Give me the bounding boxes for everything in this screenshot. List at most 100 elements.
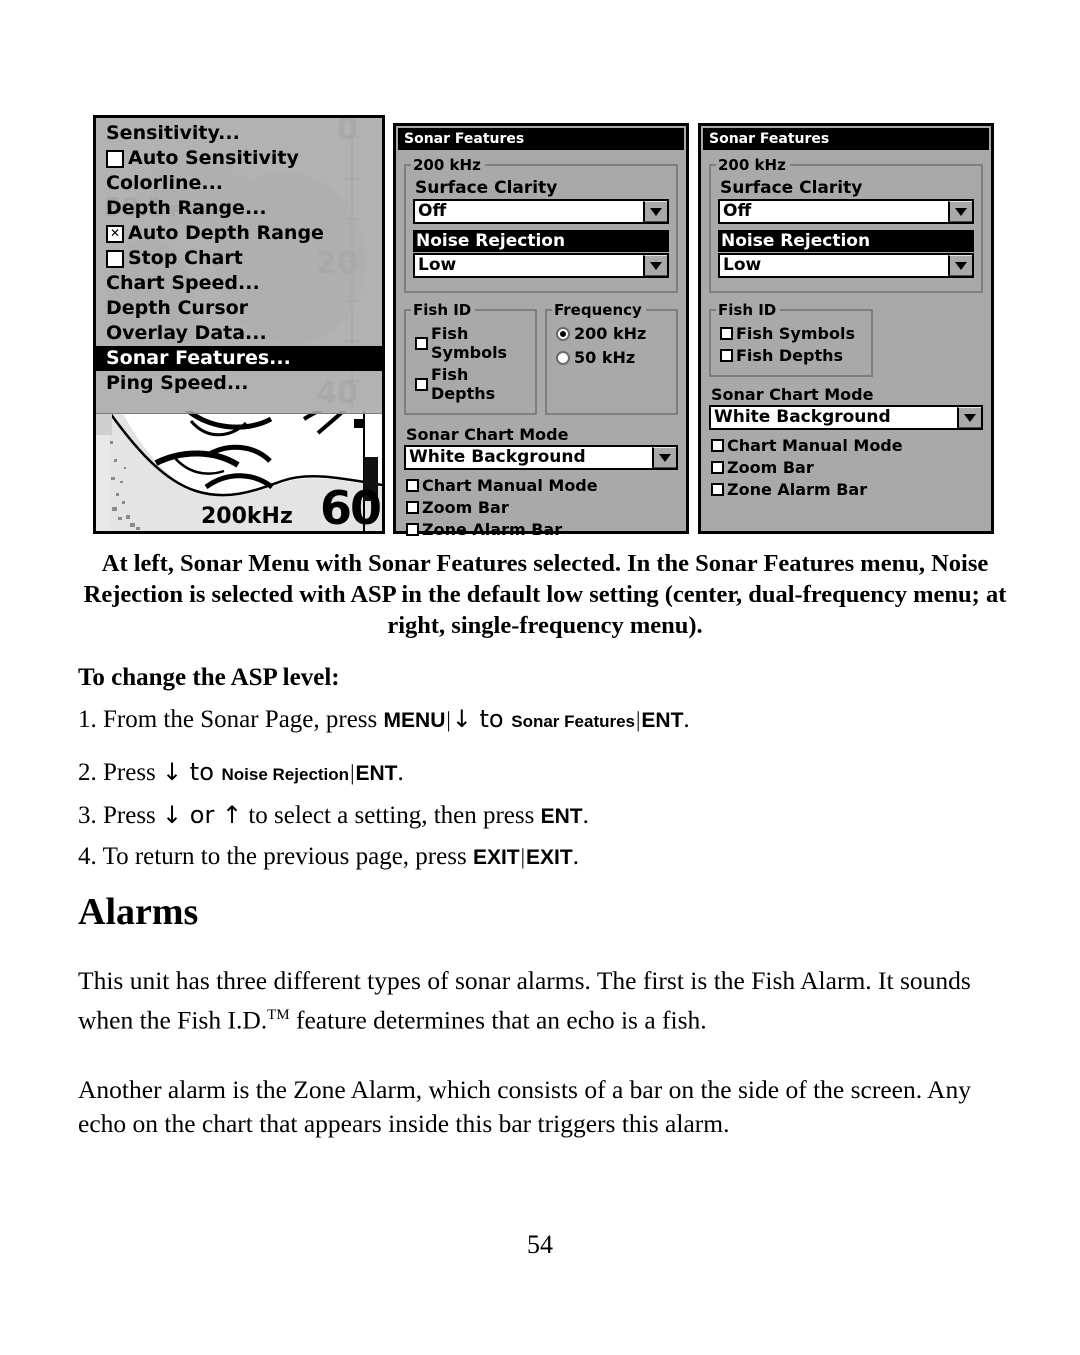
step-1-text-mid: ↓ to: [451, 705, 512, 733]
checkbox-zone-alarm-bar[interactable]: Zone Alarm Bar: [711, 480, 983, 499]
figure-caption: At left, Sonar Menu with Sonar Features …: [83, 550, 1007, 639]
noise-rejection-dropdown[interactable]: Low: [413, 253, 669, 278]
menu-item-auto-sensitivity[interactable]: Auto Sensitivity: [96, 146, 382, 171]
noise-rejection-dropdown[interactable]: Low: [718, 253, 974, 278]
checkbox-chart-manual-mode[interactable]: Chart Manual Mode: [406, 476, 678, 495]
surface-clarity-value: Off: [418, 201, 447, 221]
sonar-depth-reading: 60: [319, 481, 382, 531]
group-fish-id: Fish ID Fish Symbols Fish Depths: [709, 301, 874, 377]
chevron-down-icon[interactable]: [948, 255, 972, 276]
sonar-chart-mode-dropdown[interactable]: White Background: [709, 405, 983, 430]
radio-200khz[interactable]: 200 kHz: [556, 324, 669, 343]
radio-dot: [556, 350, 570, 365]
group-200khz: 200 kHz Surface Clarity Off Noise Reject…: [404, 156, 678, 293]
menu-item-ping-speed[interactable]: Ping Speed...: [96, 371, 382, 396]
menu-item-depth-range[interactable]: Depth Range...: [96, 196, 382, 221]
chevron-down-icon[interactable]: [948, 201, 972, 222]
checkbox-fish-depths[interactable]: Fish Depths: [415, 365, 528, 403]
checkbox-label: Fish Depths: [431, 365, 496, 403]
figure-screenshots: 50.1°F Temp 0 20 40: [93, 115, 994, 539]
checkbox-label: Chart Manual Mode: [422, 476, 598, 495]
checkbox-auto-sensitivity[interactable]: [106, 149, 124, 168]
instruction-steps: 1. From the Sonar Page, press MENU|↓ to …: [78, 702, 1008, 881]
surface-clarity-dropdown[interactable]: Off: [413, 199, 669, 224]
radio-50khz[interactable]: 50 kHz: [556, 348, 669, 367]
chevron-down-icon[interactable]: [957, 407, 981, 428]
step-3-text-a: Press: [103, 802, 163, 829]
sonar-menu-panel[interactable]: Sensitivity... Auto Sensitivity Colorlin…: [96, 118, 382, 414]
key-menu: MENU: [383, 709, 446, 732]
step-4: 4. To return to the previous page, press…: [78, 843, 579, 870]
menu-item-auto-depth-range[interactable]: ✕ Auto Depth Range: [96, 221, 382, 246]
step-2: 2. Press ↓ to Noise Rejection|ENT.: [78, 758, 404, 786]
step-4-number: 4.: [78, 843, 97, 870]
sonar-features-dialog-dual-frequency: Sonar Features 200 kHz Surface Clarity O…: [393, 123, 689, 539]
surface-clarity-label: Surface Clarity: [415, 178, 558, 198]
sonar-chart-mode-dropdown[interactable]: White Background: [404, 445, 678, 470]
step-2-number: 2.: [78, 759, 97, 786]
group-200khz: 200 kHz Surface Clarity Off Noise Reject…: [709, 156, 983, 293]
key-ent: ENT: [540, 805, 583, 828]
menu-item-sonar-features[interactable]: Sonar Features...: [96, 346, 382, 371]
dialog-title: Sonar Features: [398, 128, 684, 150]
checkbox-fish-symbols[interactable]: Fish Symbols: [415, 324, 528, 362]
menu-item-colorline[interactable]: Colorline...: [96, 171, 382, 196]
menu-item-stop-chart[interactable]: Stop Chart: [96, 246, 382, 271]
step-2-text-pre: Press: [103, 759, 163, 786]
checkbox-fish-symbols[interactable]: Fish Symbols: [720, 324, 864, 343]
step-1-text-pre: From the Sonar Page, press: [103, 706, 384, 733]
key-ent: ENT: [641, 709, 684, 732]
step-3-number: 3.: [78, 802, 97, 829]
noise-rejection-value: Low: [723, 255, 762, 275]
menu-path-sonar-features: Sonar Features: [511, 712, 636, 731]
checkbox-auto-depth-range[interactable]: ✕: [106, 224, 124, 243]
sonar-chart-mode-label: Sonar Chart Mode: [406, 425, 569, 444]
checkbox-label: Fish Depths: [736, 346, 844, 365]
checkbox-box: [720, 327, 733, 340]
checkbox-chart-manual-mode[interactable]: Chart Manual Mode: [711, 436, 983, 455]
paragraph-zone-alarm: Another alarm is the Zone Alarm, which c…: [78, 1074, 971, 1138]
checkbox-zoom-bar[interactable]: Zoom Bar: [711, 458, 983, 477]
key-exit-2: EXIT: [526, 846, 573, 869]
sonar-features-dialog-single-frequency: Sonar Features 200 kHz Surface Clarity O…: [698, 123, 994, 534]
checkbox-box: [711, 461, 724, 474]
surface-clarity-value: Off: [723, 201, 752, 221]
menu-item-sensitivity[interactable]: Sensitivity...: [96, 121, 382, 146]
checkbox-label: Zoom Bar: [422, 498, 509, 517]
menu-item-chart-speed[interactable]: Chart Speed...: [96, 271, 382, 296]
checkbox-label: Fish Symbols: [736, 324, 855, 343]
group-200khz-legend: 200 kHz: [413, 156, 481, 174]
checkbox-box: [711, 439, 724, 452]
group-fish-id: Fish ID Fish Symbols Fish Depths: [404, 301, 537, 415]
step-4-text-post: .: [572, 843, 579, 870]
step-3-text-post: .: [582, 802, 589, 829]
sonar-unit-left: 50.1°F Temp 0 20 40: [93, 115, 385, 534]
checkbox-stop-chart[interactable]: [106, 249, 124, 268]
surface-clarity-dropdown[interactable]: Off: [718, 199, 974, 224]
step-3-text-b: to select a setting, then press: [242, 802, 541, 829]
page-number: 54: [527, 1230, 553, 1259]
chevron-down-icon[interactable]: [643, 201, 667, 222]
group-200khz-legend: 200 kHz: [718, 156, 786, 174]
menu-item-overlay-data[interactable]: Overlay Data...: [96, 321, 382, 346]
group-frequency: Frequency 200 kHz 50 kHz: [545, 301, 678, 415]
chevron-down-icon[interactable]: [652, 447, 676, 468]
sonar-chart-mode-label: Sonar Chart Mode: [711, 385, 874, 404]
checkbox-box: [720, 349, 733, 362]
paragraph-fish-alarm: This unit has three different types of s…: [78, 964, 1008, 1038]
sonar-chart-mode-value: White Background: [409, 447, 586, 467]
checkbox-label: Chart Manual Mode: [727, 436, 903, 455]
trademark-symbol: TM: [267, 1006, 290, 1023]
checkbox-zone-alarm-bar[interactable]: Zone Alarm Bar: [406, 520, 678, 539]
step-4-text-a: To return to the previous page, press: [102, 843, 473, 870]
checkbox-box: [406, 479, 419, 492]
paragraph-fish-alarm-b: feature determines that an echo is a fis…: [289, 1005, 707, 1034]
checkbox-box: [711, 483, 724, 496]
checkbox-zoom-bar[interactable]: Zoom Bar: [406, 498, 678, 517]
step-3: 3. Press ↓ or ↑ to select a setting, the…: [78, 798, 1008, 834]
menu-item-depth-cursor[interactable]: Depth Cursor: [96, 296, 382, 321]
checkbox-box: [415, 377, 428, 391]
chevron-down-icon[interactable]: [643, 255, 667, 276]
checkbox-fish-depths[interactable]: Fish Depths: [720, 346, 864, 365]
step-2-text-post: .: [397, 759, 404, 786]
